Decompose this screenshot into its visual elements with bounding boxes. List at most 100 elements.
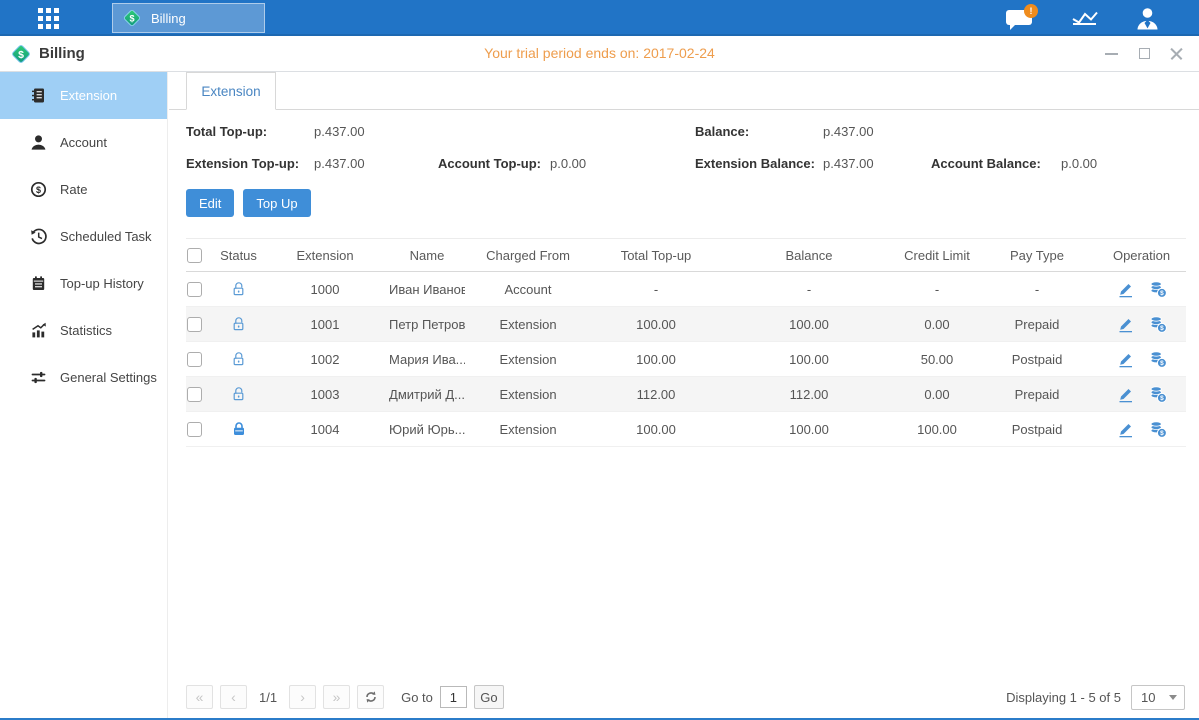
table-row[interactable]: 1001 Петр Петров Extension 100.00 100.00… [186, 307, 1186, 342]
col-extension: Extension [261, 248, 389, 263]
row-checkbox[interactable] [187, 422, 202, 437]
trial-notice: Your trial period ends on: 2017-02-24 [0, 36, 1199, 71]
edit-pencil-icon[interactable] [1117, 316, 1134, 333]
toolbar: Edit Top Up [186, 189, 1199, 217]
billing-app-tab-label: Billing [151, 11, 186, 26]
edit-button[interactable]: Edit [186, 189, 234, 217]
cell-balance: 112.00 [721, 387, 897, 402]
row-checkbox[interactable] [187, 282, 202, 297]
pagination-bar: « ‹ 1/1 › » Go to Go Displayi [186, 684, 1185, 710]
col-name: Name [389, 248, 465, 263]
dollar-circle-icon: $ [30, 181, 47, 198]
sidebar-item-scheduled-task[interactable]: Scheduled Task [0, 213, 167, 260]
cell-balance: 100.00 [721, 422, 897, 437]
sidebar-item-statistics[interactable]: Statistics [0, 307, 167, 354]
cell-balance: - [721, 282, 897, 297]
displaying-status: Displaying 1 - 5 of 5 [1006, 690, 1121, 705]
unlocked-icon [231, 351, 247, 367]
billing-app-tab[interactable]: $ Billing [112, 3, 265, 33]
cell-credit-limit: - [897, 282, 977, 297]
page-size-value: 10 [1141, 690, 1155, 705]
goto-page-input[interactable] [440, 686, 467, 708]
edit-pencil-icon[interactable] [1117, 421, 1134, 438]
account-balance-value: p.0.00 [1061, 156, 1199, 171]
table-row[interactable]: 1003 Дмитрий Д... Extension 112.00 112.0… [186, 377, 1186, 412]
col-charged-from: Charged From [465, 248, 591, 263]
first-page-icon: « [196, 689, 204, 705]
sidebar-item-label: General Settings [60, 370, 157, 385]
line-chart-icon[interactable] [1070, 6, 1100, 30]
cell-extension: 1003 [261, 387, 389, 402]
cell-pay-type: Prepaid [977, 387, 1097, 402]
next-page-button[interactable]: › [289, 685, 316, 709]
cell-credit-limit: 0.00 [897, 317, 977, 332]
topup-coins-icon[interactable]: $ [1149, 350, 1167, 368]
account-balance-label: Account Balance: [931, 156, 1061, 171]
topup-coins-icon[interactable]: $ [1149, 420, 1167, 438]
tab-extension[interactable]: Extension [186, 72, 276, 110]
minimize-icon[interactable] [1103, 46, 1119, 62]
sidebar-item-label: Statistics [60, 323, 112, 338]
topup-coins-icon[interactable]: $ [1149, 315, 1167, 333]
total-topup-label: Total Top-up: [186, 124, 314, 139]
table-row[interactable]: 1002 Мария Ива... Extension 100.00 100.0… [186, 342, 1186, 377]
person-icon [30, 134, 47, 151]
edit-pencil-icon[interactable] [1117, 351, 1134, 368]
window-title-bar: $ Billing Your trial period ends on: 201… [0, 36, 1199, 72]
unlocked-icon [231, 386, 247, 402]
sidebar-item-rate[interactable]: $ Rate [0, 166, 167, 213]
cell-pay-type: Postpaid [977, 352, 1097, 367]
row-checkbox[interactable] [187, 352, 202, 367]
app-grid-icon[interactable] [38, 8, 59, 29]
row-checkbox[interactable] [187, 317, 202, 332]
extension-balance-value: p.437.00 [823, 156, 931, 171]
tab-extension-label: Extension [201, 84, 260, 99]
first-page-button[interactable]: « [186, 685, 213, 709]
cell-name: Иван Иванов [389, 282, 465, 297]
sidebar-item-topup-history[interactable]: Top-up History [0, 260, 167, 307]
top-up-button[interactable]: Top Up [243, 189, 310, 217]
refresh-icon [364, 690, 378, 704]
cell-extension: 1000 [261, 282, 389, 297]
table-row[interactable]: 1004 Юрий Юрь... Extension 100.00 100.00… [186, 412, 1186, 447]
sidebar-item-account[interactable]: Account [0, 119, 167, 166]
cell-charged-from: Extension [465, 422, 591, 437]
sidebar-item-general-settings[interactable]: General Settings [0, 354, 167, 401]
cell-charged-from: Extension [465, 317, 591, 332]
page-size-select[interactable]: 10 [1131, 685, 1185, 710]
col-operation: Operation [1097, 248, 1186, 263]
svg-text:$: $ [129, 13, 134, 23]
cell-total-topup: 100.00 [591, 317, 721, 332]
cell-pay-type: Postpaid [977, 422, 1097, 437]
history-clock-icon [30, 228, 47, 245]
chevron-down-icon [1169, 695, 1177, 700]
table-row[interactable]: 1000 Иван Иванов Account - - - - $ [186, 272, 1186, 307]
sidebar-item-extension[interactable]: Extension [0, 72, 167, 119]
table-header: Status Extension Name Charged From Total… [186, 238, 1186, 272]
edit-pencil-icon[interactable] [1117, 386, 1134, 403]
svg-text:$: $ [36, 185, 41, 195]
select-all-checkbox[interactable] [187, 248, 202, 263]
go-button[interactable]: Go [474, 685, 504, 709]
prev-page-button[interactable]: ‹ [220, 685, 247, 709]
cell-extension: 1001 [261, 317, 389, 332]
cell-pay-type: - [977, 282, 1097, 297]
account-topup-label: Account Top-up: [438, 156, 550, 171]
topup-coins-icon[interactable]: $ [1149, 280, 1167, 298]
row-checkbox[interactable] [187, 387, 202, 402]
balance-summary: Total Top-up: p.437.00 Balance: p.437.00… [186, 124, 1199, 171]
maximize-icon[interactable] [1136, 46, 1152, 62]
sliders-icon [30, 369, 47, 386]
cell-extension: 1002 [261, 352, 389, 367]
last-page-button[interactable]: » [323, 685, 350, 709]
notepad-icon [30, 275, 47, 292]
refresh-button[interactable] [357, 685, 384, 709]
notifications-chat-icon[interactable]: ! [1006, 6, 1036, 30]
topup-coins-icon[interactable]: $ [1149, 385, 1167, 403]
close-icon[interactable] [1169, 46, 1185, 62]
cell-total-topup: 100.00 [591, 352, 721, 367]
ledger-icon [30, 87, 47, 104]
edit-pencil-icon[interactable] [1117, 281, 1134, 298]
user-account-icon[interactable] [1134, 6, 1161, 31]
cell-credit-limit: 100.00 [897, 422, 977, 437]
